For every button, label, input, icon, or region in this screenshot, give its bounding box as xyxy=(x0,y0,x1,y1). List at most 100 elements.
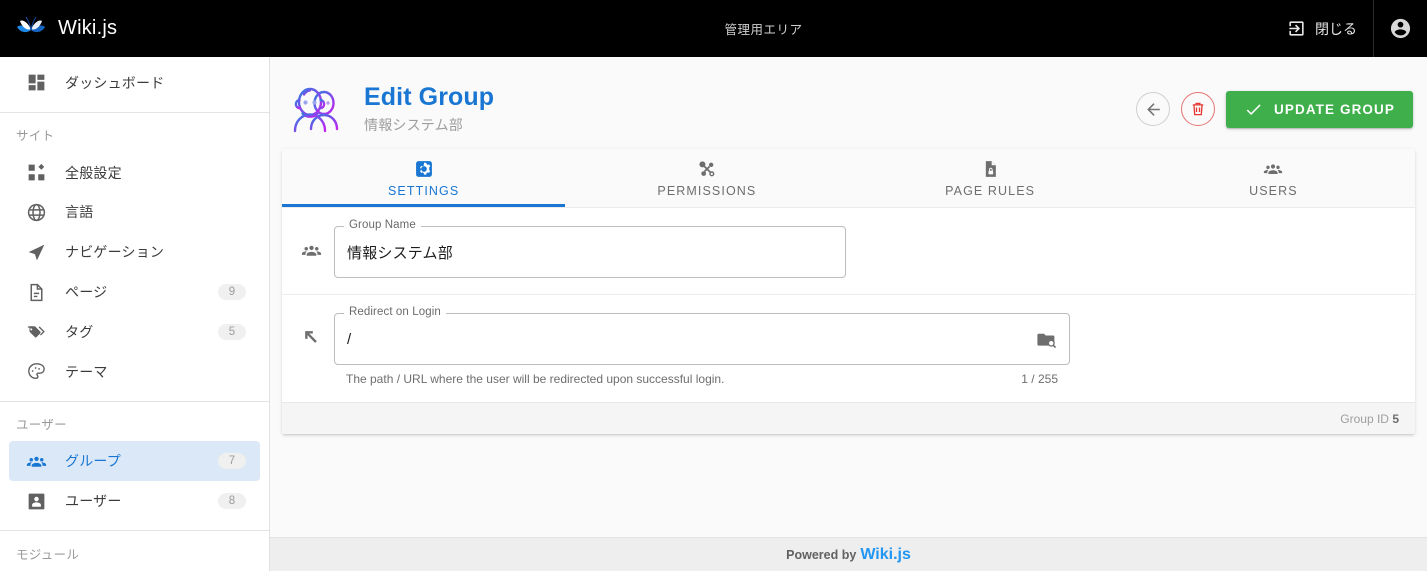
page-footer: Powered by Wiki.js xyxy=(270,537,1427,571)
tab-permissions[interactable]: PERMISSIONS xyxy=(565,149,848,207)
redirect-on-login-label: Redirect on Login xyxy=(344,306,446,318)
body: ダッシュボード サイト 全般設定 言語 ナビゲーション ページ 9 タグ 5 テ… xyxy=(0,57,1427,571)
brand[interactable]: Wiki.js xyxy=(0,12,256,46)
top-bar-center: 管理用エリア xyxy=(256,19,1271,38)
sidebar: ダッシュボード サイト 全般設定 言語 ナビゲーション ページ 9 タグ 5 テ… xyxy=(0,57,270,571)
tab-label: USERS xyxy=(1249,184,1298,198)
tag-multiple-icon xyxy=(25,321,47,343)
account-box-icon xyxy=(25,490,47,512)
redirect-on-login-value: / xyxy=(347,330,352,348)
sidebar-item-label: ナビゲーション xyxy=(65,244,165,261)
update-group-button[interactable]: UPDATE GROUP xyxy=(1226,90,1413,128)
redirect-on-login-field: Redirect on Login / The path / URL where… xyxy=(334,306,1070,386)
group-name-input[interactable]: Group Name 情報システム部 xyxy=(334,219,846,278)
file-document-icon xyxy=(25,281,47,303)
sidebar-item-label: 言語 xyxy=(65,204,94,221)
navigation-arrow-icon xyxy=(25,241,47,263)
tab-label: SETTINGS xyxy=(387,184,460,198)
view-dashboard-icon xyxy=(25,162,47,184)
tab-bar: SETTINGS PERMISSIONS PAGE RULES USERS xyxy=(282,149,1415,208)
redirect-field-footer: The path / URL where the user will be re… xyxy=(334,365,1070,386)
folder-search-icon[interactable] xyxy=(1036,329,1057,350)
close-admin-button[interactable]: 閉じる xyxy=(1271,0,1373,57)
sidebar-divider xyxy=(0,530,269,532)
wikijs-link[interactable]: Wiki.js xyxy=(860,546,911,564)
sidebar-item-general[interactable]: 全般設定 xyxy=(9,153,260,193)
sidebar-item-tags[interactable]: タグ 5 xyxy=(9,312,260,352)
card-footer: Group ID 5 xyxy=(282,402,1415,434)
powered-by-text: Powered by xyxy=(786,547,857,562)
sidebar-item-locale[interactable]: 言語 xyxy=(9,193,260,233)
group-id: Group ID 5 xyxy=(1340,412,1399,426)
page-title: Edit Group xyxy=(364,82,495,111)
header-actions: UPDATE GROUP xyxy=(1136,90,1413,128)
group-name-value: 情報システム部 xyxy=(347,244,453,262)
group-name-row: Group Name 情報システム部 xyxy=(282,208,1415,294)
group-id-value: 5 xyxy=(1392,411,1399,426)
sidebar-subheader-modules: モジュール xyxy=(16,547,80,562)
group-people-illustration-icon xyxy=(284,77,348,141)
sidebar-item-label: グループ xyxy=(65,453,121,470)
sidebar-subheader-site: サイト xyxy=(16,129,55,144)
file-lock-icon xyxy=(980,158,1000,179)
account-group-icon xyxy=(25,450,47,472)
back-button[interactable] xyxy=(1136,92,1171,126)
main-content: Edit Group 情報システム部 UPDATE GROUP SETTINGS… xyxy=(270,57,1427,571)
tab-users[interactable]: USERS xyxy=(1132,149,1415,207)
sidebar-item-navigation[interactable]: ナビゲーション xyxy=(9,232,260,272)
sidebar-item-label: ページ xyxy=(65,284,108,301)
cog-box-icon xyxy=(414,158,434,179)
tab-settings[interactable]: SETTINGS xyxy=(282,149,566,207)
sidebar-divider xyxy=(0,111,269,113)
group-id-label: Group ID xyxy=(1340,411,1389,426)
sidebar-item-label: ユーザー xyxy=(65,493,122,510)
redirect-on-login-row: Redirect on Login / The path / URL where… xyxy=(282,294,1415,402)
tab-page-rules[interactable]: PAGE RULES xyxy=(849,149,1132,207)
account-circle-icon xyxy=(1389,17,1412,40)
delete-group-button[interactable] xyxy=(1181,92,1216,126)
sidebar-badge: 7 xyxy=(218,453,246,470)
wikijs-butterfly-logo-icon xyxy=(14,12,48,46)
tab-label: PERMISSIONS xyxy=(657,184,757,198)
sidebar-badge: 5 xyxy=(218,323,246,340)
sidebar-item-label: ダッシュボード xyxy=(65,74,165,91)
page-titles: Edit Group 情報システム部 xyxy=(364,83,494,136)
check-icon xyxy=(1244,100,1263,119)
sidebar-divider xyxy=(0,400,269,402)
palette-icon xyxy=(25,361,47,383)
redirect-on-login-input[interactable]: Redirect on Login / xyxy=(334,306,1070,365)
group-name-field: Group Name 情報システム部 xyxy=(334,219,846,278)
exit-to-app-icon xyxy=(1287,19,1306,38)
group-edit-card: SETTINGS PERMISSIONS PAGE RULES USERS Gr… xyxy=(282,149,1415,434)
sidebar-item-groups[interactable]: グループ 7 xyxy=(9,441,260,482)
top-bar: Wiki.js 管理用エリア 閉じる xyxy=(0,0,1427,57)
top-bar-right: 閉じる xyxy=(1271,0,1427,57)
sidebar-subheader-users: ユーザー xyxy=(16,418,67,433)
sidebar-badge: 8 xyxy=(218,493,246,510)
account-group-icon xyxy=(1263,158,1283,179)
sidebar-item-label: タグ xyxy=(65,323,94,340)
sidebar-item-label: テーマ xyxy=(65,363,108,380)
globe-icon xyxy=(25,201,47,223)
account-menu-button[interactable] xyxy=(1373,0,1427,57)
close-admin-label: 閉じる xyxy=(1315,20,1357,37)
sidebar-badge: 9 xyxy=(218,284,246,301)
sidebar-item-theme[interactable]: テーマ xyxy=(9,352,260,392)
trash-can-icon xyxy=(1189,100,1207,118)
main-inner: Edit Group 情報システム部 UPDATE GROUP SETTINGS… xyxy=(270,57,1427,537)
redirect-hint: The path / URL where the user will be re… xyxy=(346,372,725,386)
account-group-icon xyxy=(298,226,324,274)
sidebar-item-dashboard[interactable]: ダッシュボード xyxy=(9,63,260,103)
arrow-top-left-icon xyxy=(298,313,324,361)
page-subtitle: 情報システム部 xyxy=(364,117,463,134)
tab-label: PAGE RULES xyxy=(945,184,1036,198)
arrow-left-icon xyxy=(1144,100,1163,119)
shuffle-variant-icon xyxy=(697,158,717,179)
admin-area-label: 管理用エリア xyxy=(724,23,803,37)
sidebar-item-pages[interactable]: ページ 9 xyxy=(9,272,260,312)
redirect-counter: 1 / 255 xyxy=(1021,372,1058,386)
sidebar-item-label: 全般設定 xyxy=(65,164,122,181)
admin-page: Wiki.js 管理用エリア 閉じる ダッシュボード サイト 全般設定 言語 ナ… xyxy=(0,0,1427,571)
group-name-label: Group Name xyxy=(344,219,421,231)
sidebar-item-users[interactable]: ユーザー 8 xyxy=(9,481,260,521)
